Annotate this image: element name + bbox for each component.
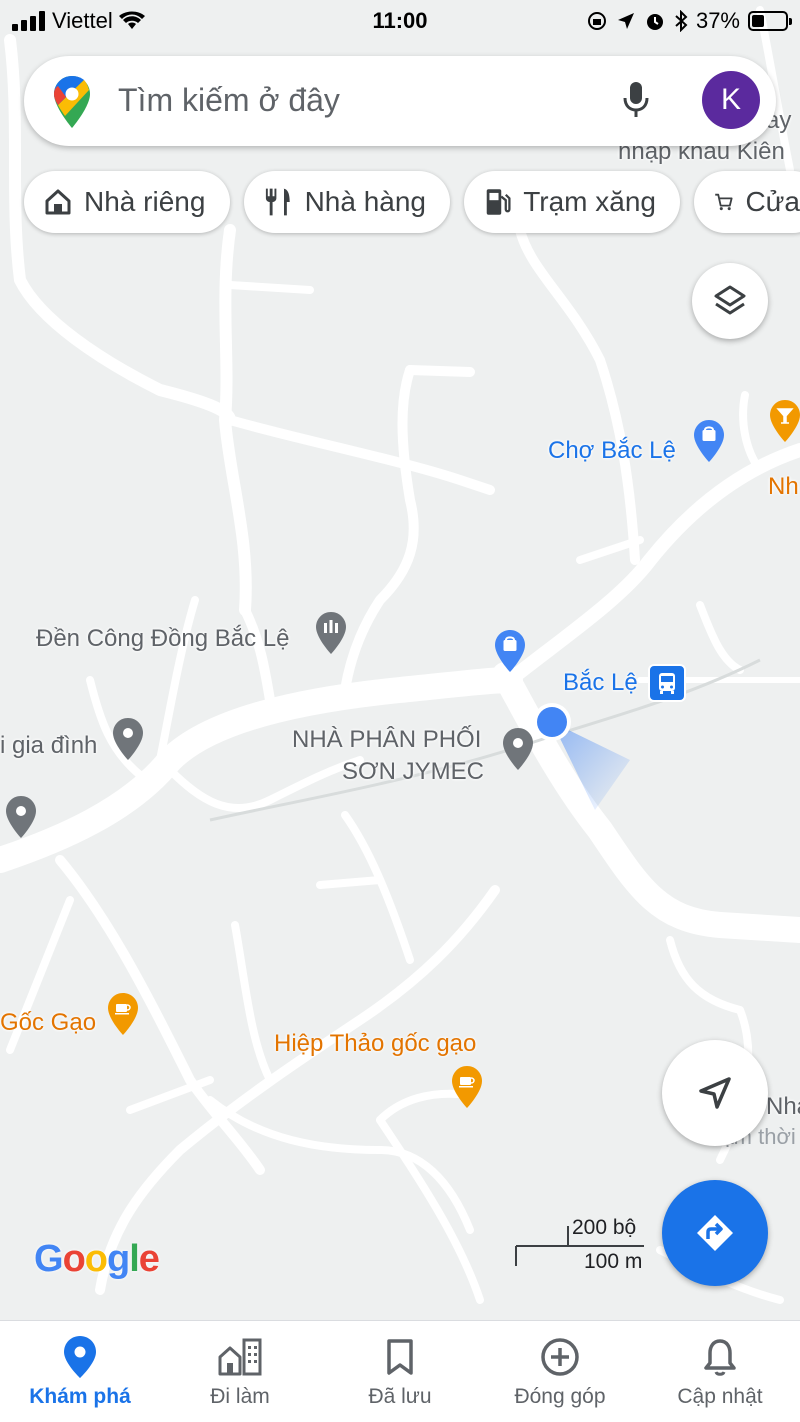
scale-metric: 100 m <box>584 1250 643 1273</box>
chip-label: Trạm xăng <box>523 186 656 217</box>
bell-icon <box>704 1339 736 1376</box>
map-label[interactable]: Nh <box>768 473 799 501</box>
nav-label: Đi làm <box>210 1385 270 1408</box>
chip-label: Nhà riêng <box>84 186 206 217</box>
microphone-icon[interactable] <box>622 80 650 120</box>
scale-imperial: 200 bộ <box>572 1216 637 1239</box>
cafe-pin-icon[interactable] <box>452 1066 482 1108</box>
place-pin-icon[interactable] <box>503 728 533 770</box>
nav-label: Cập nhật <box>677 1385 763 1408</box>
map-label-goc-gao[interactable]: Gốc Gạo <box>0 1009 96 1037</box>
nav-explore[interactable]: Khám phá <box>0 1321 160 1422</box>
map-scale: 200 bộ 100 m <box>514 1216 654 1276</box>
monument-pin-icon[interactable] <box>316 612 346 654</box>
add-circle-icon <box>541 1338 579 1376</box>
battery-icon <box>748 11 792 31</box>
directions-button[interactable] <box>662 1180 768 1286</box>
alarm-icon <box>646 14 663 30</box>
map-label[interactable]: Nha <box>766 1093 800 1121</box>
search-bar[interactable]: Tìm kiếm ở đây K <box>24 56 776 146</box>
navigation-arrow-icon <box>699 1077 731 1109</box>
bluetooth-icon <box>675 10 688 32</box>
explore-pin-icon <box>64 1336 96 1378</box>
search-input[interactable]: Tìm kiếm ở đây <box>118 82 340 119</box>
restaurant-icon <box>265 188 290 216</box>
nav-label: Đã lưu <box>368 1385 432 1408</box>
chip-label: Nhà hàng <box>304 186 426 217</box>
chip-shopping[interactable]: Cửa <box>694 171 800 233</box>
bus-stop-icon[interactable] <box>648 664 686 702</box>
map-label-son-jymec[interactable]: SƠN JYMEC <box>342 758 484 786</box>
nav-commute[interactable]: Đi làm <box>160 1321 320 1422</box>
battery-percent: 37% <box>695 8 740 33</box>
bottom-navigation: Khám phá Đi làm Đã lưu Đóng góp Cập nhật <box>0 1320 800 1422</box>
bookmark-icon <box>387 1339 413 1375</box>
place-pin-icon[interactable] <box>113 718 143 760</box>
layers-icon <box>714 285 746 315</box>
account-avatar[interactable]: K <box>702 71 760 129</box>
google-maps-logo-icon <box>54 76 90 128</box>
bar-pin-icon[interactable] <box>770 400 800 442</box>
shopping-bag-pin-icon[interactable] <box>694 420 724 462</box>
layers-button[interactable] <box>692 263 768 339</box>
rotation-lock-icon <box>587 12 606 30</box>
nav-label: Khám phá <box>29 1385 131 1408</box>
map-label-cho-bac-le[interactable]: Chợ Bắc Lệ <box>548 437 676 465</box>
map-label-hiep-thao[interactable]: Hiệp Thảo gốc gạo <box>274 1030 476 1058</box>
directions-icon <box>697 1215 733 1251</box>
google-logo: Google <box>34 1238 160 1280</box>
map-label-bac-le[interactable]: Bắc Lệ <box>563 669 638 697</box>
gas-station-icon <box>486 189 511 215</box>
location-arrow-icon <box>617 13 634 29</box>
my-location-button[interactable] <box>662 1040 768 1146</box>
cafe-pin-icon[interactable] <box>108 993 138 1035</box>
nav-label: Đóng góp <box>514 1385 606 1408</box>
map-label-den-cong-dong[interactable]: Đền Công Đồng Bắc Lệ <box>36 625 290 653</box>
chip-home[interactable]: Nhà riêng <box>24 171 230 233</box>
map-label-nha-phan-phoi[interactable]: NHÀ PHÂN PHỐI <box>292 726 481 754</box>
map-label[interactable]: i gia đình <box>0 732 97 760</box>
nav-contribute[interactable]: Đóng góp <box>480 1321 640 1422</box>
nav-updates[interactable]: Cập nhật <box>640 1321 800 1422</box>
place-pin-icon[interactable] <box>6 796 36 838</box>
commute-icon <box>218 1338 262 1376</box>
chip-restaurants[interactable]: Nhà hàng <box>244 171 450 233</box>
chip-label: Cửa <box>745 186 800 217</box>
shopping-bag-pin-icon[interactable] <box>495 630 525 672</box>
nav-saved[interactable]: Đã lưu <box>320 1321 480 1422</box>
chip-gas-stations[interactable]: Trạm xăng <box>464 171 680 233</box>
shopping-cart-icon <box>715 193 733 211</box>
home-icon <box>45 189 71 215</box>
status-bar: Viettel 11:00 37% <box>0 0 800 42</box>
